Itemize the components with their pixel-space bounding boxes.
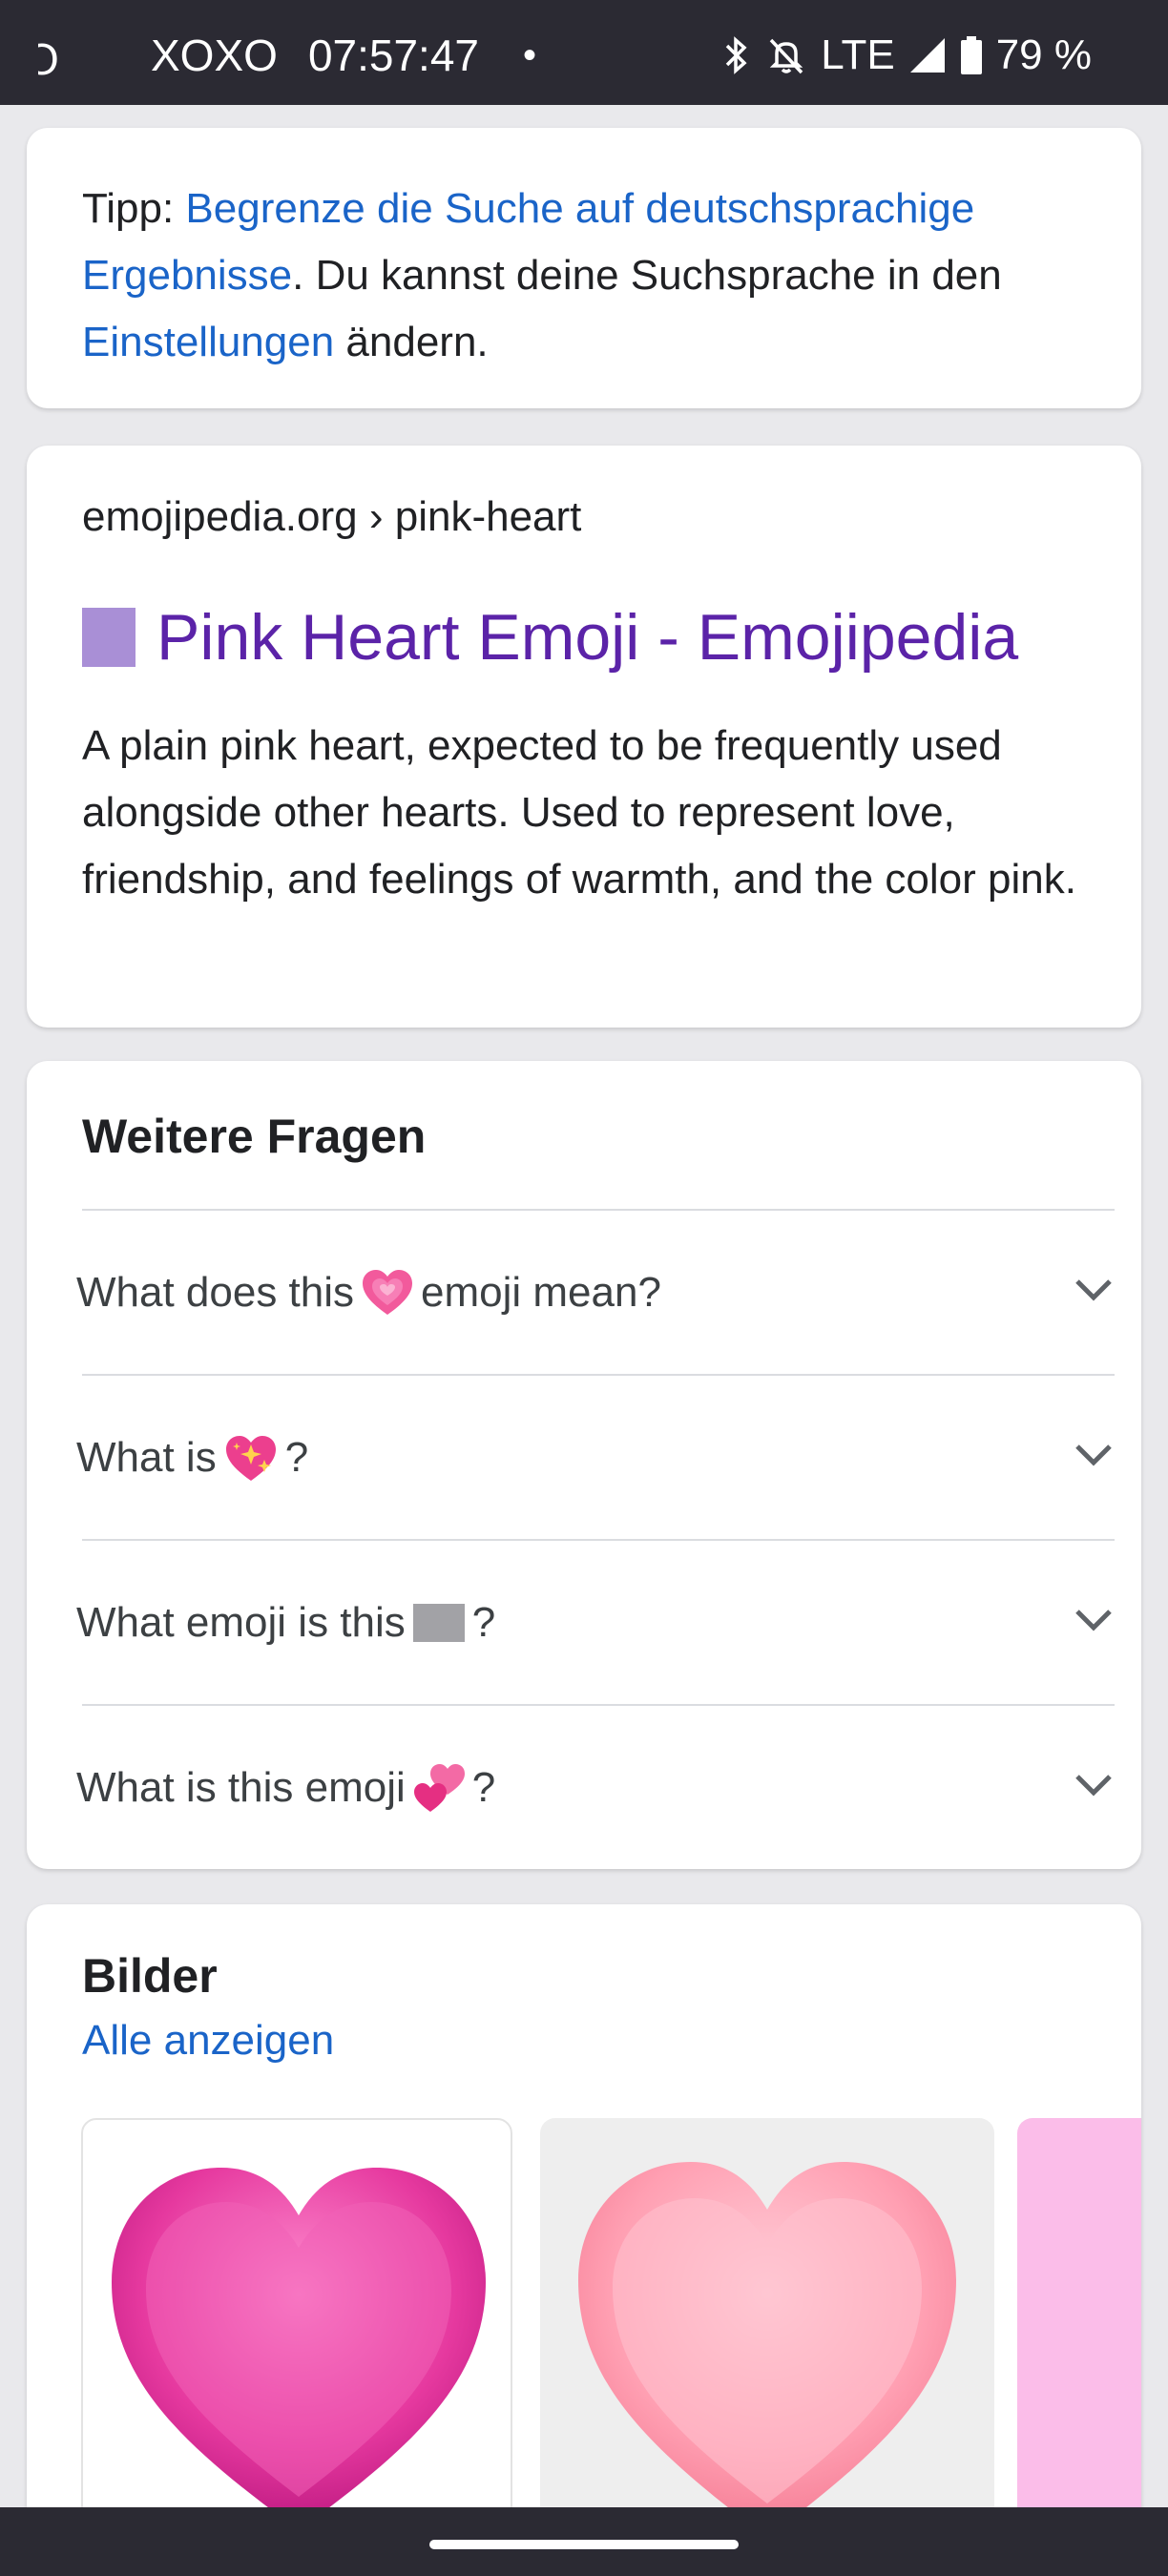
images-title: Bilder: [82, 1949, 218, 2003]
result-description: A plain pink heart, expected to be frequ…: [82, 722, 1076, 903]
carrier-label: XOXO: [151, 31, 278, 80]
question-text-start: What is: [76, 1433, 217, 1481]
tip-middle: . Du kannst deine Suchsprache in den: [292, 252, 1002, 299]
related-questions-card: Weitere Fragen What does this emoji mean…: [27, 1061, 1141, 1869]
growing-heart-icon: [363, 1269, 413, 1315]
chevron-down-icon[interactable]: [1073, 1771, 1115, 1799]
language-tip-card: Tipp: Begrenze die Suche auf deutschspra…: [27, 128, 1141, 408]
chevron-down-icon[interactable]: [1073, 1441, 1115, 1469]
chevron-down-icon[interactable]: [1073, 1276, 1115, 1304]
battery-level: 79 %: [995, 31, 1092, 78]
question-text-end: ?: [471, 1598, 496, 1646]
bluetooth-icon: [726, 36, 747, 74]
question-item[interactable]: What is this emoji ?: [76, 1704, 1115, 1869]
signal-icon: [909, 38, 945, 73]
clock: 07:57:47: [307, 31, 479, 80]
question-text-end: ?: [471, 1763, 496, 1811]
tip-prefix: Tipp:: [82, 185, 186, 232]
search-result-card: emojipedia.org › pink-heart Pink Heart E…: [27, 446, 1141, 1028]
sparkling-heart-icon: [225, 1435, 276, 1481]
question-text-start: What emoji is this: [76, 1598, 406, 1646]
mute-bell-icon: [769, 38, 803, 74]
related-questions-title: Weitere Fragen: [82, 1110, 427, 1163]
result-breadcrumb[interactable]: emojipedia.org › pink-heart: [82, 493, 581, 541]
question-list: What does this emoji mean? What is ? Wha…: [76, 1209, 1115, 1869]
question-item[interactable]: What does this emoji mean?: [76, 1209, 1115, 1374]
images-card: Bilder Alle anzeigen: [27, 1904, 1141, 2576]
status-bar-right: LTE 79 %: [720, 27, 1092, 84]
notification-dot: •: [523, 33, 537, 76]
status-bar: O XOXO 07:57:47 • LTE 79 %: [0, 0, 1168, 105]
network-type: LTE: [821, 31, 895, 78]
settings-link[interactable]: Einstellungen: [82, 319, 334, 365]
partial-notification-icon: O: [38, 34, 59, 77]
unknown-glyph-box: [412, 1603, 465, 1642]
question-text-start: What does this: [76, 1268, 355, 1316]
tip-text: Tipp: Begrenze die Suche auf deutschspra…: [82, 176, 1086, 376]
home-gesture-handle[interactable]: [429, 2540, 739, 2549]
see-all-images-link[interactable]: Alle anzeigen: [82, 2017, 334, 2065]
navigation-bar: [0, 2507, 1168, 2576]
result-title-link[interactable]: Pink Heart Emoji - Emojipedia: [82, 600, 1018, 675]
question-text-end: ?: [284, 1433, 309, 1481]
question-item[interactable]: What emoji is this ?: [76, 1539, 1115, 1704]
question-text-end: emoji mean?: [421, 1268, 661, 1316]
battery-icon: [960, 36, 982, 74]
status-bar-left: O XOXO 07:57:47 •: [38, 27, 536, 84]
question-item[interactable]: What is ?: [76, 1374, 1115, 1539]
two-hearts-icon: [413, 1763, 465, 1812]
chevron-down-icon[interactable]: [1073, 1606, 1115, 1634]
result-title[interactable]: Pink Heart Emoji - Emojipedia: [156, 600, 1018, 675]
question-text-start: What is this emoji: [76, 1763, 406, 1811]
favicon-icon: [82, 608, 136, 667]
tip-suffix: ändern.: [334, 319, 489, 365]
